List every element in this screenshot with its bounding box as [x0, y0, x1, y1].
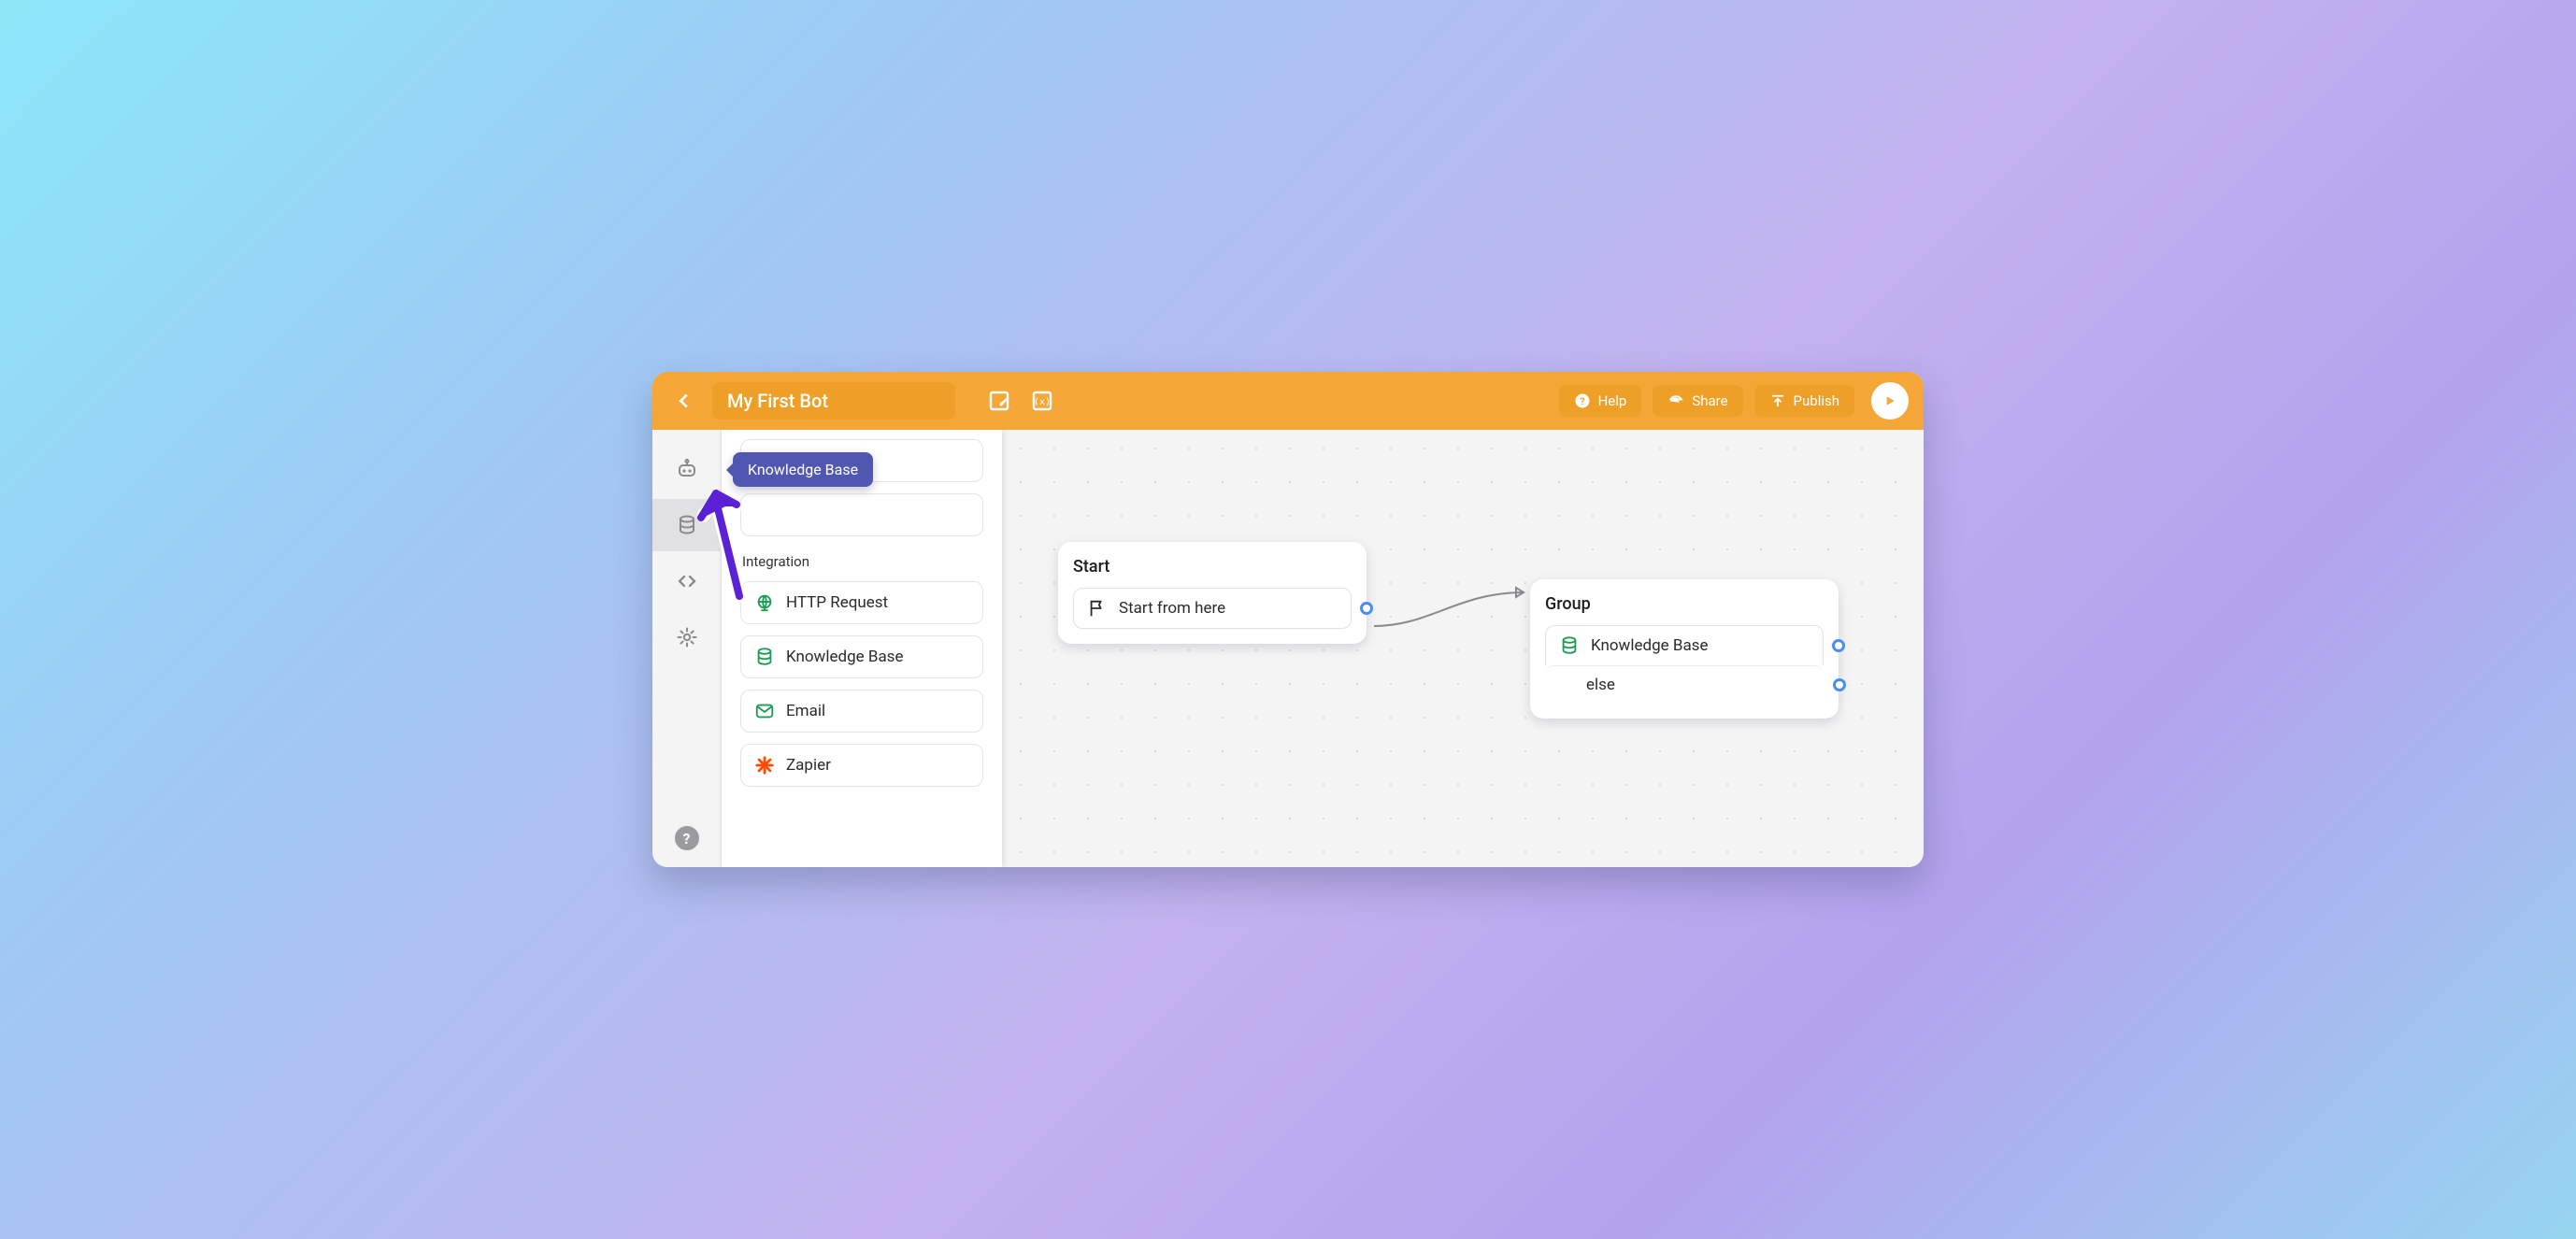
panel-item-label: Zapier — [786, 756, 831, 775]
code-icon — [676, 570, 698, 592]
svg-text:(x): (x) — [1034, 397, 1051, 407]
globe-icon — [754, 592, 775, 613]
notes-button[interactable] — [983, 385, 1015, 417]
question-mark-icon: ? — [683, 830, 691, 847]
database-icon — [754, 647, 775, 667]
panel-item-zapier[interactable]: Zapier — [740, 744, 983, 787]
left-rail: ? — [652, 430, 722, 867]
publish-icon — [1769, 392, 1786, 409]
variables-button[interactable]: (x) — [1026, 385, 1058, 417]
blocks-panel: AB Test Integration HTTP Request Knowled… — [722, 430, 1002, 867]
rail-settings-button[interactable] — [652, 611, 722, 663]
rail-knowledge-base-button[interactable] — [652, 499, 722, 551]
panel-heading-integration: Integration — [742, 553, 983, 570]
help-button[interactable]: ? Help — [1559, 385, 1642, 417]
bot-title[interactable]: My First Bot — [712, 382, 955, 420]
rail-help-button[interactable]: ? — [675, 826, 699, 850]
database-icon — [1559, 635, 1580, 656]
rail-code-button[interactable] — [652, 555, 722, 607]
node-row-else[interactable]: else — [1545, 665, 1824, 704]
node-row-label: Start from here — [1119, 599, 1225, 618]
share-button[interactable]: Share — [1653, 385, 1742, 417]
output-port[interactable] — [1832, 639, 1845, 652]
gear-icon — [676, 626, 698, 648]
panel-item-label: Email — [786, 702, 825, 720]
node-title: Start — [1073, 557, 1352, 577]
share-icon — [1667, 392, 1684, 409]
robot-icon — [676, 458, 698, 480]
rail-tooltip: Knowledge Base — [733, 452, 873, 487]
app-window: My First Bot (x) ? Help Share Publish — [652, 372, 1924, 867]
node-row-label: else — [1586, 676, 1615, 694]
panel-item-knowledge-base[interactable]: Knowledge Base — [740, 635, 983, 678]
svg-text:?: ? — [1580, 395, 1584, 407]
help-label: Help — [1598, 392, 1627, 409]
node-title: Group — [1545, 594, 1824, 614]
rail-bot-button[interactable] — [652, 443, 722, 495]
panel-item-email[interactable]: Email — [740, 690, 983, 733]
panel-item-label: Knowledge Base — [786, 648, 903, 666]
app-body: ? Knowledge Base AB Test — [652, 430, 1924, 867]
publish-label: Publish — [1794, 392, 1839, 409]
email-icon — [754, 701, 775, 721]
arrow-left-icon — [674, 391, 694, 411]
flag-icon — [1087, 598, 1108, 619]
panel-item-http-request[interactable]: HTTP Request — [740, 581, 983, 624]
node-group[interactable]: Group Knowledge Base else — [1530, 579, 1839, 719]
app-header: My First Bot (x) ? Help Share Publish — [652, 372, 1924, 430]
node-start[interactable]: Start Start from here — [1058, 542, 1367, 644]
panel-item-label: HTTP Request — [786, 593, 888, 612]
node-row-knowledge-base[interactable]: Knowledge Base — [1545, 625, 1824, 665]
back-button[interactable] — [667, 384, 701, 418]
note-icon — [988, 390, 1010, 412]
publish-button[interactable]: Publish — [1754, 385, 1854, 417]
help-circle-icon: ? — [1574, 392, 1591, 409]
output-port[interactable] — [1360, 602, 1373, 615]
flow-edge — [1374, 579, 1542, 654]
zapier-icon — [754, 755, 775, 776]
flow-canvas[interactable]: Start Start from here Group — [1002, 430, 1924, 867]
node-row-label: Knowledge Base — [1591, 636, 1708, 655]
share-label: Share — [1692, 392, 1727, 409]
output-port[interactable] — [1833, 678, 1846, 691]
panel-item-hidden[interactable] — [740, 493, 983, 536]
node-row-start[interactable]: Start from here — [1073, 588, 1352, 629]
variables-icon: (x) — [1031, 390, 1053, 412]
run-button[interactable] — [1871, 382, 1909, 420]
play-icon — [1882, 393, 1897, 408]
database-icon — [676, 514, 698, 536]
